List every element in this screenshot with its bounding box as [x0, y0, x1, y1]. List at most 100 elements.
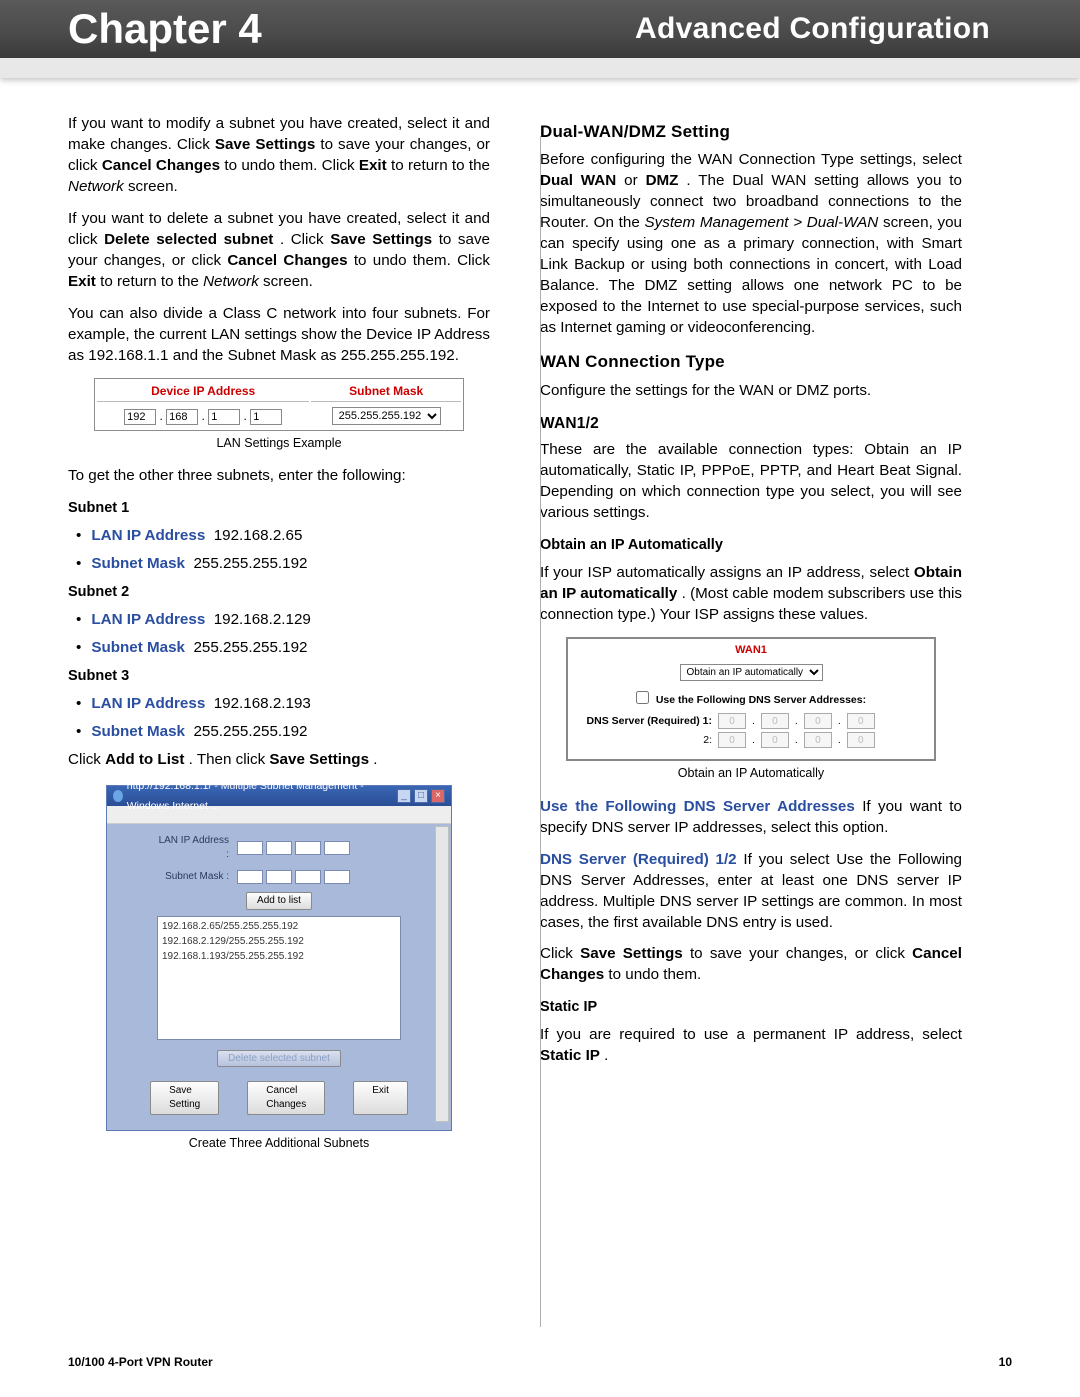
bold: Dual WAN — [540, 172, 616, 189]
lan-settings-caption: LAN Settings Example — [68, 435, 490, 452]
subnet-2-title: Subnet 2 — [68, 582, 490, 602]
ip-oct1[interactable] — [124, 409, 156, 425]
text: If your ISP automatically assigns an IP … — [540, 564, 914, 581]
text: to undo them. — [608, 966, 701, 983]
para-static-ip: If you are required to use a permanent I… — [540, 1025, 962, 1067]
label: Use the Following DNS Server Addresses — [540, 798, 855, 815]
maximize-icon[interactable]: □ — [414, 789, 428, 803]
text: . Then click — [189, 751, 270, 768]
list-item[interactable]: 192.168.1.193/255.255.255.192 — [162, 949, 396, 964]
bold: Exit — [68, 273, 96, 290]
subnet-mask-select[interactable]: 255.255.255.192 — [332, 407, 441, 425]
lan-settings-table: Device IP Address Subnet Mask . . . 255.… — [94, 378, 464, 432]
use-dns-checkbox[interactable] — [636, 691, 649, 704]
close-icon[interactable]: × — [431, 789, 445, 803]
heading-dual-wan: Dual-WAN/DMZ Setting — [540, 120, 962, 143]
column-divider — [540, 136, 541, 1327]
bold: Delete selected subnet — [104, 231, 273, 248]
bold: Save Settings — [269, 751, 369, 768]
bold: DMZ — [646, 172, 679, 189]
italic: System Management > Dual-WAN — [645, 214, 879, 231]
section-name: Advanced Configuration — [635, 12, 990, 46]
add-to-list-button[interactable]: Add to list — [246, 892, 312, 910]
save-setting-button[interactable]: Save Setting — [150, 1081, 219, 1115]
subnet-mask-cell: 255.255.255.192 — [311, 404, 461, 428]
heading-wan-connection: WAN Connection Type — [540, 350, 962, 373]
chapter-title: Chapter 4 — [68, 5, 262, 53]
heading-static-ip: Static IP — [540, 997, 962, 1017]
para-save-cancel: Click Save Settings to save your changes… — [540, 944, 962, 986]
para-modify-subnet: If you want to modify a subnet you have … — [68, 114, 490, 198]
dns2-oct2[interactable] — [761, 732, 789, 748]
ip-oct4[interactable] — [250, 409, 282, 425]
scrollbar[interactable] — [435, 826, 449, 1122]
dns2-oct4[interactable] — [847, 732, 875, 748]
label: LAN IP Address — [91, 527, 205, 544]
bold: Save Settings — [580, 945, 683, 962]
col-device-ip: Device IP Address — [97, 381, 309, 403]
text: . — [604, 1047, 608, 1064]
list-item: LAN IP Address 192.168.2.193 — [76, 694, 490, 715]
text: . — [373, 751, 377, 768]
use-dns-label: Use the Following DNS Server Addresses: — [656, 694, 866, 706]
bold: Cancel Changes — [227, 252, 347, 269]
list-item: Subnet Mask 255.255.255.192 — [76, 722, 490, 743]
col-subnet-mask: Subnet Mask — [311, 381, 461, 403]
label: LAN IP Address — [91, 611, 205, 628]
text: Before configuring the WAN Connection Ty… — [540, 151, 962, 168]
text: screen. — [128, 178, 178, 195]
dns1-oct3[interactable] — [804, 713, 832, 729]
para-connection-types: These are the available connection types… — [540, 440, 962, 524]
label: DNS Server (Required) 1/2 — [540, 851, 737, 868]
text: Click — [540, 945, 580, 962]
italic: Network — [68, 178, 124, 195]
exit-button[interactable]: Exit — [353, 1081, 408, 1115]
subnet-listbox[interactable]: 192.168.2.65/255.255.255.192 192.168.2.1… — [157, 916, 401, 1040]
label: Subnet Mask — [91, 723, 185, 740]
list-item: LAN IP Address 192.168.2.129 — [76, 610, 490, 631]
label: Subnet Mask — [91, 555, 185, 572]
text: to undo them. Click — [354, 252, 490, 269]
bold: Cancel Changes — [102, 157, 220, 174]
dns2-oct3[interactable] — [804, 732, 832, 748]
dns2-oct1[interactable] — [718, 732, 746, 748]
right-column: Dual-WAN/DMZ Setting Before configuring … — [540, 114, 962, 1166]
dns1-label: DNS Server (Required) 1: — [580, 714, 712, 728]
figure-wan1-panel: WAN1 Obtain an IP automatically Use the … — [566, 637, 936, 762]
ip-oct3[interactable] — [208, 409, 240, 425]
label: LAN IP Address — [91, 695, 205, 712]
text: screen, you can specify using one as a p… — [540, 214, 962, 336]
page-number: 10 — [999, 1355, 1012, 1369]
para-delete-subnet: If you want to delete a subnet you have … — [68, 209, 490, 293]
dns1-oct4[interactable] — [847, 713, 875, 729]
para-enter-following: To get the other three subnets, enter th… — [68, 466, 490, 487]
bold: Static IP — [540, 1047, 600, 1064]
minimize-icon[interactable]: _ — [397, 789, 411, 803]
figure-multiple-subnet-window: http://192.168.1.1/ - Multiple Subnet Ma… — [106, 785, 452, 1131]
text: to return to the — [100, 273, 203, 290]
page-footer: 10/100 4-Port VPN Router 10 — [68, 1355, 1012, 1369]
ip-oct2[interactable] — [166, 409, 198, 425]
text: to return to the — [391, 157, 490, 174]
list-item: Subnet Mask 255.255.255.192 — [76, 638, 490, 659]
list-item: Subnet Mask 255.255.255.192 — [76, 554, 490, 575]
text: or — [624, 172, 645, 189]
heading-wan12: WAN1/2 — [540, 413, 962, 434]
para-divide-network: You can also divide a Class C network in… — [68, 304, 490, 367]
connection-type-select[interactable]: Obtain an IP automatically — [680, 664, 823, 681]
para-obtain-ip: If your ISP automatically assigns an IP … — [540, 563, 962, 626]
para-add-to-list: Click Add to List . Then click Save Sett… — [68, 750, 490, 771]
bold: Add to List — [105, 751, 184, 768]
delete-subnet-button[interactable]: Delete selected subnet — [217, 1050, 341, 1068]
dns1-oct2[interactable] — [761, 713, 789, 729]
subnet-1-title: Subnet 1 — [68, 498, 490, 518]
list-item[interactable]: 192.168.2.65/255.255.255.192 — [162, 919, 396, 934]
lan-ip-label: LAN IP Address : — [157, 834, 229, 862]
list-item: LAN IP Address 192.168.2.65 — [76, 526, 490, 547]
cancel-changes-button[interactable]: Cancel Changes — [247, 1081, 325, 1115]
window-titlebar: http://192.168.1.1/ - Multiple Subnet Ma… — [107, 786, 451, 806]
dns1-oct1[interactable] — [718, 713, 746, 729]
bold: Save Settings — [330, 231, 432, 248]
figure1-caption: Create Three Additional Subnets — [68, 1135, 490, 1152]
list-item[interactable]: 192.168.2.129/255.255.255.192 — [162, 934, 396, 949]
